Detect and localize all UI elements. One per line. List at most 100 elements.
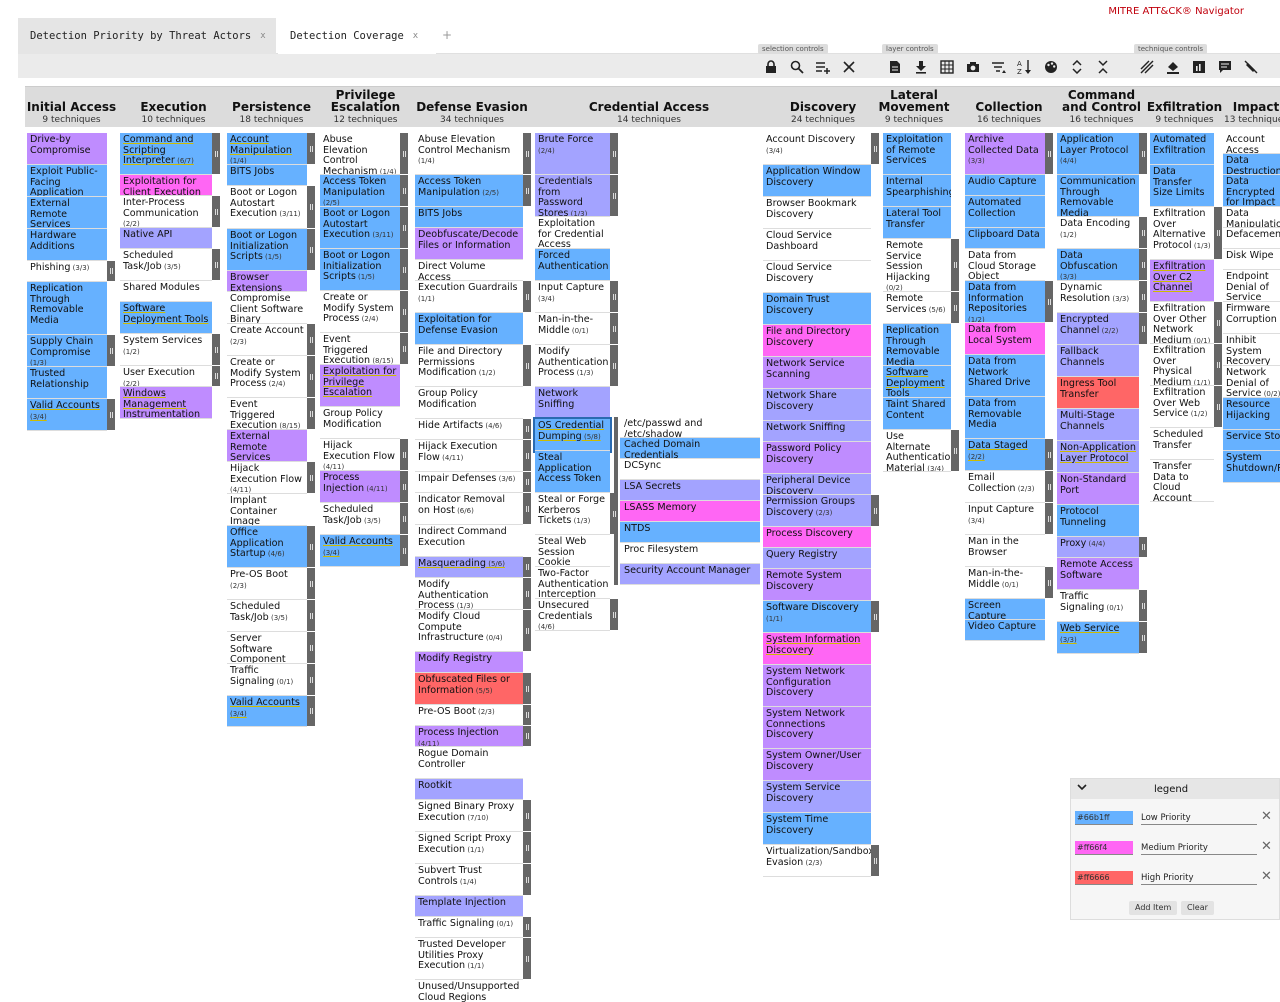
technique-cell[interactable]: Inhibit System Recovery (1223, 334, 1280, 366)
tactic-header[interactable]: Impact13 techniques (1221, 87, 1280, 127)
technique-cell[interactable]: Scheduled Task/Job (3/5) (227, 600, 307, 632)
technique-cell[interactable]: Exploitation of Remote Services (883, 133, 951, 175)
technique-cell[interactable]: Replication Through Removable Media (883, 324, 951, 366)
expand-handle-icon[interactable] (212, 133, 220, 174)
technique-cell[interactable]: Brute Force (2/4) (535, 133, 610, 175)
tactic-header[interactable]: Execution 10 techniques (120, 87, 227, 127)
technique-cell[interactable]: Credentials from Password Stores (1/3) (535, 175, 610, 217)
expand-handle-icon[interactable] (523, 175, 531, 206)
technique-cell[interactable]: Video Capture (965, 620, 1045, 641)
technique-cell[interactable]: System Network Connections Discovery (763, 707, 871, 749)
technique-cell[interactable]: Pre-OS Boot (2/3) (227, 568, 307, 600)
technique-cell[interactable]: Hijack Execution Flow (4/11) (227, 462, 307, 494)
sort-icon[interactable]: AZ (1012, 56, 1038, 78)
download-icon[interactable] (908, 56, 934, 78)
technique-cell[interactable]: Shared Modules (120, 281, 212, 302)
technique-cell[interactable]: System Owner/User Discovery (763, 749, 871, 781)
expand-handle-icon[interactable] (1045, 439, 1053, 470)
technique-cell[interactable]: Software Discovery (1/1) (763, 601, 871, 633)
technique-cell[interactable]: Network Share Discovery (763, 389, 871, 421)
expand-handle-icon[interactable] (400, 471, 408, 502)
expand-handle-icon[interactable] (307, 133, 315, 164)
technique-cell[interactable]: Audio Capture (965, 175, 1045, 196)
legend-header[interactable]: legend (1071, 779, 1279, 799)
expand-handle-icon[interactable] (307, 568, 315, 599)
expand-handle-icon[interactable] (400, 535, 408, 566)
technique-cell[interactable]: Cloud Service Discovery (763, 261, 871, 293)
subtechnique-cell[interactable]: DCSync (620, 459, 760, 480)
expand-handle-icon[interactable] (951, 430, 959, 471)
technique-cell[interactable]: Remote Services (5/6) (883, 292, 951, 324)
technique-cell[interactable]: Exploitation for Client Execution (120, 175, 212, 196)
technique-cell[interactable]: Data from Cloud Storage Object (965, 249, 1045, 281)
technique-cell[interactable]: Internal Spearphishing (883, 175, 951, 207)
technique-cell[interactable]: Remote Service Session Hijacking (0/2) (883, 239, 951, 292)
expand-handle-icon[interactable] (951, 292, 959, 323)
expand-handle-icon[interactable] (1139, 133, 1147, 174)
technique-cell[interactable]: Automated Collection (965, 196, 1045, 228)
technique-cell[interactable]: File and Directory Discovery (763, 325, 871, 357)
expand-handle-icon[interactable] (1139, 217, 1147, 248)
technique-cell[interactable]: Network Sniffing (763, 421, 871, 442)
tactic-header[interactable]: Discovery 24 techniques (763, 87, 883, 127)
tactic-header[interactable]: Persistence 18 techniques (225, 87, 318, 127)
expand-handle-icon[interactable] (1045, 503, 1053, 534)
technique-cell[interactable]: Scheduled Task/Job (3/5) (320, 503, 400, 535)
tactic-header[interactable]: Credential Access 14 techniques (535, 87, 763, 127)
technique-cell[interactable]: Boot or Logon Autostart Execution (3/11) (320, 207, 400, 249)
expand-handle-icon[interactable] (307, 600, 315, 631)
technique-cell[interactable]: Process Injection (4/11) (415, 726, 523, 747)
technique-cell[interactable]: Native API (120, 228, 212, 249)
expand-handle-icon[interactable] (610, 345, 618, 386)
technique-cell[interactable]: Traffic Signaling (0/1) (1057, 590, 1139, 622)
technique-cell[interactable]: Drive-by Compromise (27, 133, 107, 165)
technique-cell[interactable]: Event Triggered Execution (8/15) (320, 333, 400, 365)
technique-cell[interactable]: Office Application Startup (4/6) (227, 526, 307, 568)
technique-cell[interactable]: Data from Local System (965, 323, 1045, 355)
technique-cell[interactable]: Rootkit (415, 779, 523, 800)
expand-handle-icon[interactable] (951, 239, 959, 291)
expand-handle-icon[interactable] (400, 333, 408, 364)
technique-cell[interactable]: Data from Removable Media (965, 397, 1045, 439)
technique-cell[interactable]: Boot or Logon Autostart Execution (3/11) (227, 186, 307, 229)
technique-cell[interactable]: Abuse Elevation Control Mechanism (1/4) (320, 133, 400, 175)
expand-handle-icon[interactable] (610, 599, 618, 630)
technique-cell[interactable]: Proxy (4/4) (1057, 537, 1139, 558)
technique-cell[interactable]: Create or Modify System Process (2/4) (227, 356, 307, 398)
expand-handle-icon[interactable] (523, 864, 531, 895)
expand-handle-icon[interactable] (1139, 590, 1147, 621)
technique-cell[interactable]: Exfiltration Over Other Network Medium (… (1150, 302, 1214, 344)
expand-handle-icon[interactable] (523, 917, 531, 937)
subtechnique-cell[interactable]: Cached Domain Credentials (620, 438, 760, 459)
expand-handle-icon[interactable] (523, 673, 531, 704)
expand-handle-icon[interactable] (400, 207, 408, 248)
technique-cell[interactable]: External Remote Services (27, 197, 107, 229)
clear-button[interactable]: Clear (1181, 901, 1214, 915)
technique-cell[interactable]: Hijack Execution Flow (4/11) (320, 439, 400, 471)
technique-cell[interactable]: Pre-OS Boot (2/3) (415, 705, 523, 726)
technique-cell[interactable]: Domain Trust Discovery (763, 293, 871, 325)
expand-handle-icon[interactable] (1045, 471, 1053, 502)
technique-cell[interactable]: Traffic Signaling (0/1) (227, 664, 307, 696)
expand-handle-icon[interactable] (212, 196, 220, 227)
expand-handle-icon[interactable] (1045, 567, 1053, 598)
technique-cell[interactable]: System Services (1/2) (120, 334, 212, 366)
technique-cell[interactable]: Automated Exfiltration (1150, 133, 1214, 165)
technique-cell[interactable]: Cloud Service Dashboard (763, 229, 871, 261)
technique-cell[interactable]: Group Policy Modification (320, 407, 400, 439)
technique-cell[interactable]: Man-in-the-Middle (0/1) (535, 313, 610, 345)
expand-handle-icon[interactable] (1139, 313, 1147, 344)
technique-cell[interactable]: Hide Artifacts (4/6) (415, 419, 523, 440)
expand-handle-icon[interactable] (212, 334, 220, 365)
expand-handle-icon[interactable] (1139, 537, 1147, 557)
expand-icon[interactable] (1064, 56, 1090, 78)
technique-cell[interactable]: Web Service (3/3) (1057, 622, 1139, 654)
technique-cell[interactable]: Firmware Corruption (1223, 302, 1280, 334)
fill-color-icon[interactable] (1160, 56, 1186, 78)
expand-handle-icon[interactable] (523, 440, 531, 471)
expand-handle-icon[interactable] (400, 175, 408, 206)
technique-cell[interactable]: Non-Standard Port (1057, 473, 1139, 505)
technique-cell[interactable]: Deobfuscate/Decode Files or Information (415, 228, 523, 260)
technique-cell[interactable]: Protocol Tunneling (1057, 505, 1139, 537)
technique-cell[interactable]: Software Deployment Tools (120, 302, 212, 334)
